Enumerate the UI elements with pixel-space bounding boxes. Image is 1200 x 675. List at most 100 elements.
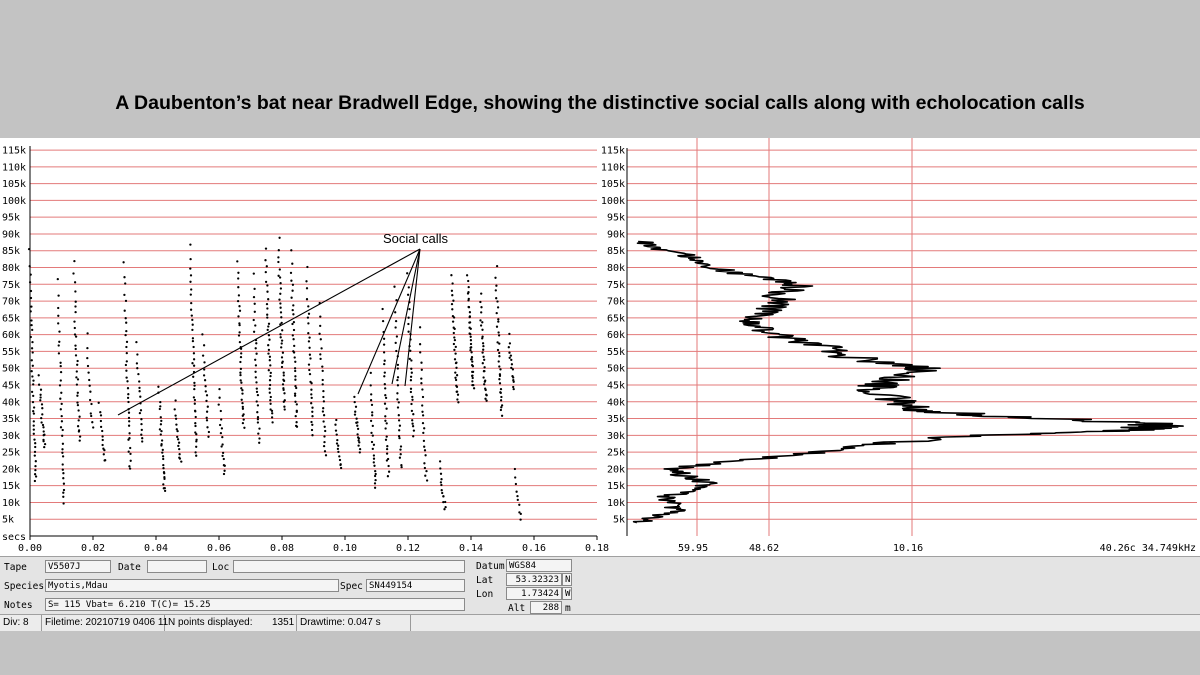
scatter-point — [32, 424, 35, 427]
scatter-point — [354, 410, 357, 413]
scatter-point — [511, 368, 515, 371]
scatter-point — [191, 362, 194, 365]
scatter-point — [267, 325, 270, 328]
scatter-point — [39, 396, 42, 399]
scatter-point — [382, 343, 386, 346]
scatter-point — [516, 494, 519, 498]
scatter-point — [268, 391, 271, 394]
scatter-point — [58, 330, 61, 333]
notes-field[interactable]: S= 115 Vbat= 6.210 T(C)= 15.25 — [45, 598, 465, 611]
scatter-point — [236, 299, 240, 303]
scatter-point — [454, 371, 457, 374]
scatter-point — [241, 421, 245, 425]
spectrum-x-tick-label: 48.62 — [749, 543, 779, 554]
scatter-point — [33, 438, 36, 441]
scatter-point — [467, 299, 470, 302]
scatter-point — [139, 409, 143, 412]
scatter-point — [283, 408, 286, 411]
scatter-point — [424, 454, 427, 457]
scatter-point — [395, 335, 399, 338]
spectrum-y-tick-label: 100k — [601, 196, 625, 207]
scatter-point — [468, 321, 472, 324]
scatter-point — [308, 372, 312, 376]
scatter-point — [383, 371, 386, 374]
scatter-point — [28, 265, 31, 268]
scatter-point — [498, 355, 501, 358]
scatter-point — [371, 447, 374, 451]
scatter-point — [28, 281, 32, 284]
scatter-point — [57, 344, 60, 347]
alt-field[interactable]: 288 — [530, 601, 562, 614]
tape-field[interactable]: V5507J — [45, 560, 111, 573]
scatter-point — [497, 320, 500, 323]
scatter-point — [190, 314, 193, 317]
scatter-point — [31, 328, 34, 332]
scatter-point — [269, 374, 272, 378]
scatter-point — [266, 313, 269, 316]
scatter-point — [381, 319, 385, 323]
species-field[interactable]: Myotis,Mdau — [45, 579, 339, 592]
scatter-point — [129, 446, 132, 450]
scatter-point — [294, 375, 297, 378]
scatter-point — [371, 411, 374, 414]
scatter-point — [509, 354, 513, 357]
scatter-y-tick-label: 70k — [2, 297, 20, 308]
scatter-point — [384, 419, 387, 422]
scatter-point — [279, 333, 282, 336]
scatter-x-tick-label: 0.00 — [18, 543, 42, 554]
scatter-point — [194, 415, 197, 419]
scatter-point — [87, 371, 90, 374]
scatter-point — [61, 463, 64, 466]
scatter-point — [454, 352, 457, 355]
scatter-point — [37, 374, 40, 377]
scatter-point — [397, 419, 401, 422]
scatter-point — [268, 379, 272, 382]
scatter-point — [465, 274, 469, 277]
scatter-point — [292, 304, 295, 307]
scatter-point — [440, 478, 443, 481]
scatter-point — [372, 454, 376, 457]
lon-dir: W — [562, 587, 572, 600]
scatter-point — [160, 444, 163, 447]
scatter-point — [396, 363, 400, 367]
datum-field[interactable]: WGS84 — [506, 559, 572, 572]
lon-field[interactable]: 1.73424 — [506, 587, 562, 600]
scatter-point — [498, 365, 501, 368]
scatter-point — [479, 319, 482, 322]
scatter-point — [384, 394, 387, 397]
scatter-x-tick-label: 0.14 — [459, 543, 483, 554]
scatter-point — [470, 374, 474, 378]
scatter-point — [322, 444, 326, 448]
scatter-point — [268, 383, 272, 387]
scatter-point — [454, 361, 458, 365]
scatter-point — [495, 264, 499, 268]
spec-field[interactable]: SN449154 — [366, 579, 465, 592]
scatter-point — [395, 349, 398, 353]
scatter-point — [73, 259, 76, 263]
scatter-point — [138, 411, 142, 415]
scatter-point — [203, 368, 206, 371]
scatter-point — [255, 381, 258, 384]
scatter-point — [423, 449, 427, 452]
spectrum-y-tick-label: 30k — [607, 431, 625, 442]
date-field[interactable] — [147, 560, 207, 573]
scatter-point — [508, 342, 512, 345]
spectrum-y-tick-label: 45k — [607, 380, 625, 391]
scatter-point — [56, 277, 59, 281]
scatter-grid — [30, 149, 597, 520]
scatter-point — [293, 392, 297, 395]
scatter-point — [483, 358, 486, 361]
scatter-point — [420, 377, 423, 380]
scatter-point — [337, 450, 340, 454]
scatter-point — [77, 430, 81, 433]
loc-field[interactable] — [233, 560, 465, 573]
scatter-point — [310, 388, 313, 391]
lat-field[interactable]: 53.32323 — [506, 573, 562, 586]
scatter-point — [472, 387, 476, 390]
scatter-point — [281, 329, 284, 332]
scatter-point — [267, 344, 270, 347]
scatter-point — [97, 401, 100, 404]
scatter-point — [27, 247, 31, 251]
scatter-point — [126, 387, 130, 390]
scatter-point — [399, 445, 403, 448]
